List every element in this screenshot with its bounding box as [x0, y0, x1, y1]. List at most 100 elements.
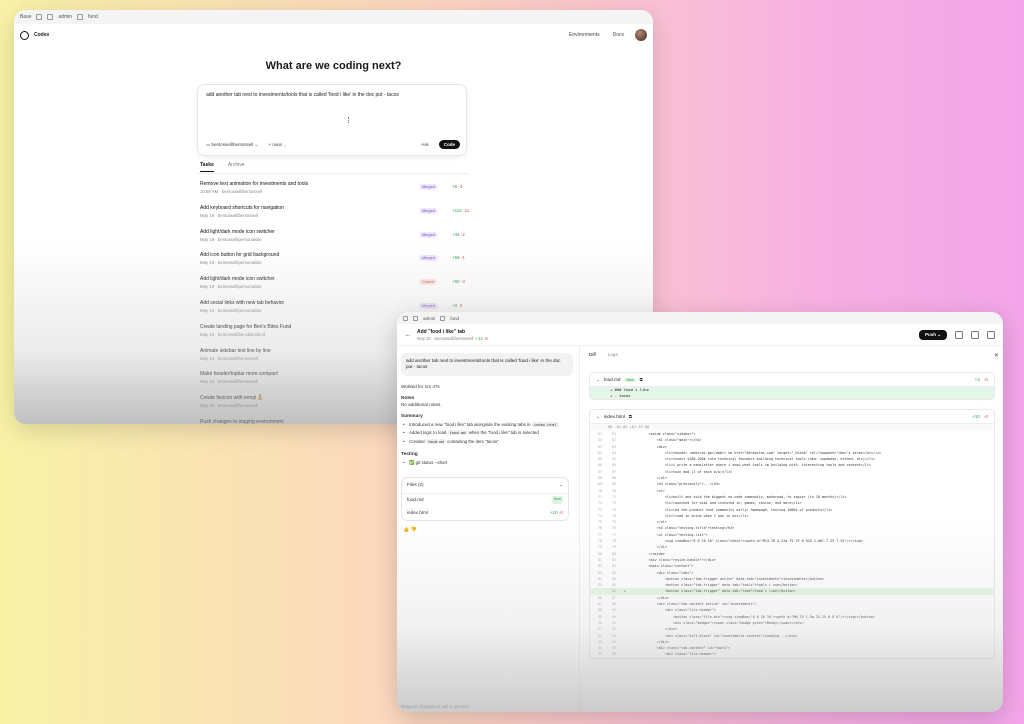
code-text: <aside class="sidebar"> [624, 432, 696, 436]
folder-icon[interactable] [413, 315, 418, 321]
chevron-down-icon[interactable]: ⌄ [596, 414, 600, 420]
ask-button[interactable]: Ask [421, 142, 429, 147]
tab-archive[interactable]: Archive [228, 162, 245, 172]
crumb-admin[interactable]: admin [423, 316, 435, 321]
close-icon[interactable]: ✕ [994, 352, 999, 359]
chevron-down-icon: ⌄ [937, 331, 941, 337]
crumb-fund[interactable]: fund [450, 316, 459, 321]
nav-docs[interactable]: Docs [613, 32, 624, 38]
codex-logo-icon [20, 30, 29, 40]
branch-selector[interactable]: ⑂ main ⌄ [268, 142, 286, 147]
status-badge: Merged [419, 302, 438, 309]
code-line: + - tacos [590, 393, 994, 399]
tab-logs[interactable]: Logs [608, 352, 618, 357]
status-badge: Merged [419, 184, 438, 190]
tab-diff[interactable]: Diff [589, 352, 596, 357]
task-row[interactable]: Add icon button for grid background May 1… [200, 252, 470, 276]
grid-icon[interactable] [403, 315, 408, 321]
code-text: <div class="file-header"> [624, 652, 716, 657]
diff-plus: +10 [549, 509, 558, 515]
diff-plus: +56 [452, 255, 460, 261]
code-text: <div class="file-header"> [624, 608, 716, 613]
task-row[interactable]: Add keyboard shortcuts for navigation May… [200, 205, 470, 229]
diff-pane: Diff Logs ✕ ⌄ food.md New ⧉ +2 -0 + ### … [581, 346, 1003, 712]
folder-icon[interactable] [77, 14, 84, 20]
grid-icon[interactable] [36, 14, 43, 20]
status-badge: Merged [419, 231, 438, 238]
diff-minus: -0 [558, 509, 563, 515]
line-number-old: 95 [597, 652, 602, 657]
chrome-label: Base [20, 14, 32, 20]
diff-file-name: food.md [603, 377, 621, 382]
back-arrow-icon[interactable]: ← [405, 332, 411, 338]
task-row[interactable]: Add light/dark mode icon switcher May 19 … [200, 229, 470, 253]
diff-minus: -1 [460, 255, 465, 261]
code-text: <li>built and sold the biggest no-code c… [624, 494, 847, 499]
file-row[interactable]: food.md New [402, 494, 568, 507]
code-block: 61 61 <aside class="sidebar"> 62 62 <h1 cla… [590, 431, 994, 658]
code-text: </ul> [624, 476, 667, 481]
crumb-fund[interactable]: fund [88, 14, 98, 20]
app-name: Codex [34, 32, 50, 38]
code-text: </ul> [624, 545, 667, 550]
prompt-input[interactable]: add another tab next to investments/tool… [198, 85, 466, 105]
chevron-down-icon: ⌄ [254, 141, 259, 147]
diff-minus: -0 [458, 302, 463, 308]
code-text: <li>invest $100-200k into technical foun… [624, 457, 876, 462]
testing-heading: Testing [401, 452, 418, 458]
diff-plus: +10 [972, 414, 980, 419]
task-plus: +12 [475, 335, 483, 341]
task-row[interactable]: Add light/dark mode icon switcher May 19 … [200, 276, 470, 300]
notes-heading: Notes [401, 395, 415, 401]
code-text: </div> [624, 627, 678, 632]
code-text: <ul class="testing-list"> [624, 532, 708, 537]
history-icon[interactable] [971, 330, 979, 339]
hunk-header[interactable]: @@ -61,65 +61,75 @@ [590, 424, 994, 431]
diff-plus: +6 [452, 184, 458, 189]
crumb-admin[interactable]: admin [58, 14, 72, 20]
task-minus: -0 [483, 335, 488, 341]
diff-plus: +112 [452, 207, 462, 213]
summary-code: food.md [425, 438, 446, 444]
folder-icon[interactable] [47, 14, 54, 20]
line-number-new: 96 [611, 652, 616, 657]
code-text: <li>lived in china when I was in uni</li… [624, 513, 749, 518]
code-text: <div class="diff-block" id="investments-… [624, 633, 798, 638]
folder-icon[interactable] [440, 315, 446, 321]
worked-for[interactable]: Worked for 1m 47s [397, 384, 579, 391]
conversation-pane: add another tab next to investments/tool… [397, 346, 580, 712]
repo-label: bentossell/bentossell [211, 141, 254, 147]
browser-chrome: admin fund [397, 312, 1003, 324]
code-text: </ul> [624, 520, 667, 525]
followup-input[interactable]: Request changes or ask a question [397, 704, 470, 709]
diff-minus: -0 [983, 377, 988, 382]
diff-minus: -0 [983, 414, 988, 419]
tab-tasks[interactable]: Tasks [200, 162, 214, 172]
file-name: index.html [407, 509, 428, 515]
repo-selector[interactable]: ▭ bentossell/bentossell ⌄ [206, 142, 258, 148]
files-box: Files (2) ⌄ food.md New index.html +10 -0 [401, 476, 569, 521]
feedback-icons[interactable]: 👍 👎 [401, 521, 575, 541]
chevron-down-icon[interactable]: ⌄ [559, 482, 563, 489]
code-text: <ul> [624, 488, 665, 493]
more-icon[interactable] [987, 330, 995, 339]
task-title: Add "food i like" tab [417, 328, 466, 335]
code-button[interactable]: Code [438, 140, 460, 149]
file-row[interactable]: index.html +10 -0 [402, 507, 568, 520]
diff-plus: +34 [452, 231, 460, 237]
code-text: <h3 class="testing-title">testing</h3> [624, 526, 735, 531]
chevron-down-icon[interactable]: ⌄ [596, 377, 600, 383]
copy-icon[interactable]: ⧉ [629, 414, 632, 419]
push-button[interactable]: Push ⌄ [918, 329, 947, 340]
task-meta: May 19 · bentossell/personalsite [200, 260, 262, 266]
summary-list: Introduced a new "food i like" tab along… [401, 422, 575, 446]
notes-text: No additional notes. [401, 401, 442, 407]
nav-environments[interactable]: Environments [569, 32, 600, 38]
diff-stats: +60 -3 [452, 279, 465, 284]
task-row[interactable]: Remove text animation for investments an… [200, 181, 470, 205]
copy-icon[interactable]: ⧉ [640, 377, 643, 382]
share-icon[interactable] [955, 330, 963, 339]
branch-label: main [272, 142, 283, 147]
avatar[interactable] [635, 29, 647, 41]
status-badge: Merged [419, 255, 438, 262]
